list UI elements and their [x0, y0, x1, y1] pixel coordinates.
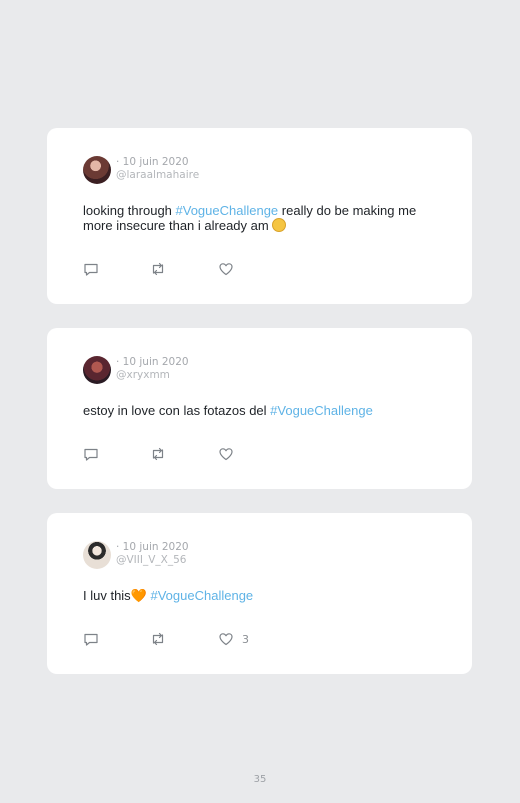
tweet-text-before: I luv this [83, 588, 131, 603]
tweet-card: · 10 juin 2020 @xryxmm estoy in love con… [47, 328, 472, 489]
reply-button[interactable] [83, 631, 99, 647]
like-button[interactable] [218, 446, 234, 462]
tweet-actions: 3 [83, 631, 283, 647]
tweet-text-before: looking through [83, 203, 176, 218]
page-number: 35 [253, 774, 267, 785]
tweet-meta: · 10 juin 2020 @xryxmm [116, 356, 189, 382]
hashtag-link[interactable]: #VogueChallenge [270, 403, 373, 418]
reply-button[interactable] [83, 261, 99, 277]
reply-button[interactable] [83, 446, 99, 462]
tweet-actions [83, 261, 283, 277]
retweet-icon [152, 262, 164, 276]
tweet-handle[interactable]: @laraalmahaire [116, 169, 199, 182]
retweet-button[interactable] [150, 261, 166, 277]
orange-heart-icon: 🧡 [130, 588, 147, 603]
tweet-date: · 10 juin 2020 [116, 356, 189, 368]
heart-icon [219, 633, 233, 646]
retweet-icon [152, 447, 164, 461]
reply-icon [84, 263, 98, 276]
tweet-date: · 10 juin 2020 [116, 541, 189, 553]
retweet-button[interactable] [150, 446, 166, 462]
like-button[interactable] [218, 261, 234, 277]
avatar[interactable] [83, 356, 111, 384]
tweet-handle[interactable]: @VIII_V_X_56 [116, 554, 189, 567]
like-count: 3 [242, 632, 249, 646]
tweet-meta: · 10 juin 2020 @VIII_V_X_56 [116, 541, 189, 567]
hashtag-link[interactable]: #VogueChallenge [151, 588, 254, 603]
reply-icon [84, 448, 98, 461]
like-button[interactable]: 3 [218, 631, 249, 647]
tweet-actions [83, 446, 283, 462]
tweet-date: · 10 juin 2020 [116, 156, 189, 168]
reply-icon [84, 633, 98, 646]
avatar[interactable] [83, 156, 111, 184]
tweet-text: I luv this🧡 #VogueChallenge [83, 588, 436, 603]
tweet-card: · 10 juin 2020 @laraalmahaire looking th… [47, 128, 472, 304]
tweet-card: · 10 juin 2020 @VIII_V_X_56 I luv this🧡 … [47, 513, 472, 674]
tweet-handle[interactable]: @xryxmm [116, 369, 189, 382]
tweet-text-before: estoy in love con las fotazos del [83, 403, 271, 418]
heart-icon [219, 448, 233, 461]
retweet-button[interactable] [150, 631, 166, 647]
smiling-face-icon [272, 218, 287, 232]
heart-icon [219, 263, 233, 276]
hashtag-link[interactable]: #VogueChallenge [176, 203, 279, 218]
tweet-meta: · 10 juin 2020 @laraalmahaire [116, 156, 199, 182]
avatar[interactable] [83, 541, 111, 569]
tweet-text: looking through #VogueChallenge really d… [83, 203, 436, 233]
tweet-text: estoy in love con las fotazos del #Vogue… [83, 403, 436, 418]
retweet-icon [152, 632, 164, 646]
